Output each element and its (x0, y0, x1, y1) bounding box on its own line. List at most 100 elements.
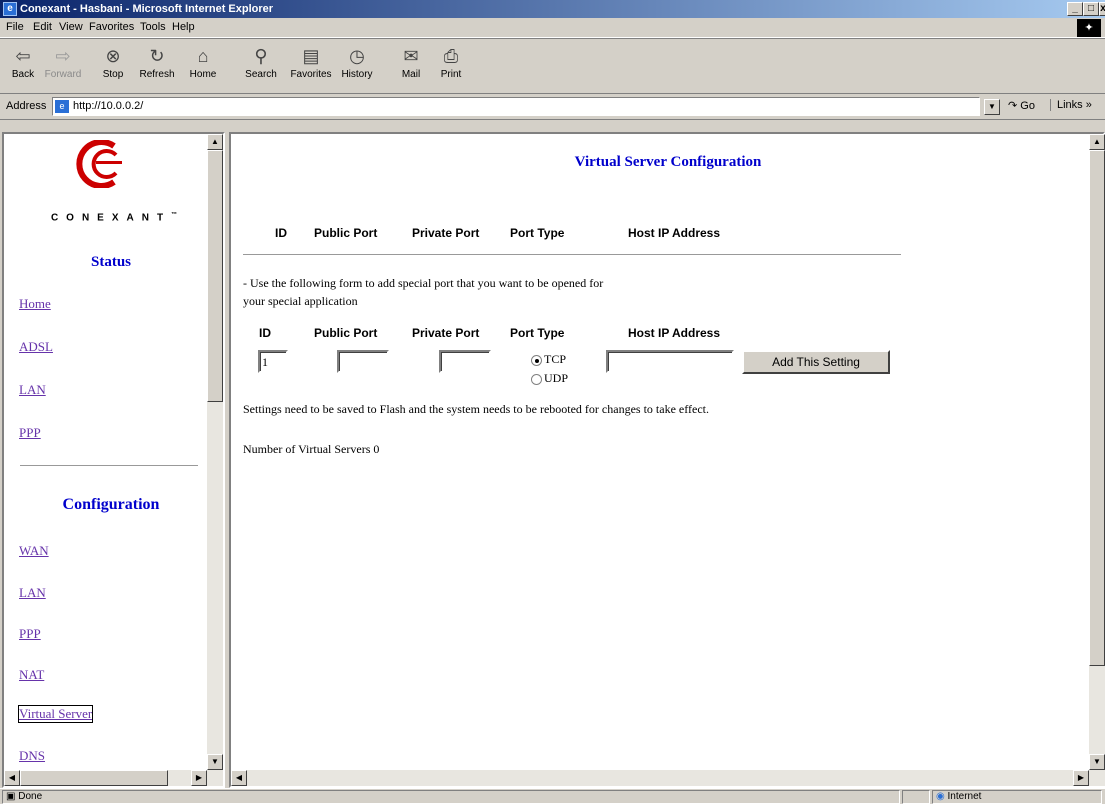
menu-file[interactable]: File (6, 21, 24, 33)
udp-radio[interactable] (531, 374, 542, 385)
home-icon: ⌂ (197, 46, 209, 66)
nav-vertical-scrollbar[interactable]: ▲ ▼ (207, 134, 223, 770)
page-title: Virtual Server Configuration (574, 154, 762, 170)
col-header-id: ID (275, 226, 287, 240)
scroll-right-icon[interactable]: ▶ (191, 770, 207, 786)
close-button[interactable]: x (1099, 2, 1105, 16)
history-icon: ◷ (349, 46, 365, 66)
nav-config-lan[interactable]: LAN (19, 585, 46, 601)
form-header-port-type: Port Type (510, 326, 565, 340)
content-vertical-scrollbar[interactable]: ▲ ▼ (1089, 134, 1105, 770)
nav-divider (20, 465, 198, 467)
title-bar: e Conexant - Hasbani - Microsoft Interne… (0, 0, 1105, 18)
scroll-down-icon[interactable]: ▼ (1089, 754, 1105, 770)
nav-config-wan[interactable]: WAN (19, 543, 49, 559)
menu-tools[interactable]: Tools (140, 21, 166, 33)
mail-icon: ✉ (403, 46, 419, 66)
history-button[interactable]: ◷ History (334, 43, 380, 89)
scroll-left-icon[interactable]: ◀ (231, 770, 247, 786)
content-horizontal-scrollbar[interactable]: ◀ ▶ (231, 770, 1105, 786)
scroll-thumb[interactable] (207, 150, 223, 402)
content-frame: Virtual Server Configuration ID Public P… (231, 134, 1105, 786)
brand-wordmark: CONEXANT™ (50, 212, 178, 224)
page-icon: e (55, 100, 69, 113)
zone-indicator: ◉ Internet (932, 790, 1102, 804)
public-port-input[interactable] (337, 350, 389, 373)
menu-help[interactable]: Help (172, 21, 195, 33)
scroll-up-icon[interactable]: ▲ (207, 134, 223, 150)
address-bar: Address e http://10.0.0.2/ ▼ ↷ Go Links … (0, 94, 1105, 120)
scroll-left-icon[interactable]: ◀ (4, 770, 20, 786)
favorites-button[interactable]: ▤ Favorites (288, 43, 334, 89)
go-button[interactable]: ↷ Go (1008, 99, 1035, 112)
table-separator (243, 254, 901, 256)
window-title: Conexant - Hasbani - Microsoft Internet … (20, 3, 274, 15)
print-button[interactable]: ⎙ Print (428, 43, 474, 89)
home-button[interactable]: ⌂ Home (180, 43, 226, 89)
forward-arrow-icon: ⇨ (55, 46, 71, 66)
nav-status-lan[interactable]: LAN (19, 382, 46, 398)
id-input[interactable]: 1 (258, 350, 288, 373)
nav-status-ppp[interactable]: PPP (19, 425, 41, 441)
add-setting-button[interactable]: Add This Setting (742, 350, 890, 374)
nav-status-home[interactable]: Home (19, 296, 51, 312)
search-button[interactable]: ⚲ Search (238, 43, 284, 89)
forward-button[interactable]: ⇨ Forward (40, 43, 86, 89)
col-header-host-ip: Host IP Address (628, 226, 721, 240)
menu-bar: File Edit View Favorites Tools Help ✦ (0, 18, 1105, 38)
col-header-private-port: Private Port (412, 226, 480, 240)
globe-icon: ◉ (936, 791, 945, 802)
maximize-button[interactable]: □ (1083, 2, 1099, 16)
minimize-button[interactable]: _ (1067, 2, 1083, 16)
tcp-radio[interactable] (531, 355, 542, 366)
count-value: 0 (373, 442, 380, 456)
address-input[interactable]: e http://10.0.0.2/ (52, 97, 980, 116)
search-icon: ⚲ (254, 46, 268, 66)
scroll-thumb[interactable] (1089, 150, 1105, 666)
form-header-id: ID (259, 326, 271, 340)
navigation-frame: CONEXANT™ Status Home ADSL LAN PPP Confi… (4, 134, 223, 786)
scroll-thumb[interactable] (20, 770, 168, 786)
status-heading: Status (90, 254, 131, 270)
scroll-up-icon[interactable]: ▲ (1089, 134, 1105, 150)
nav-config-dns[interactable]: DNS (19, 748, 45, 764)
form-header-public-port: Public Port (314, 326, 378, 340)
refresh-icon: ↻ (149, 46, 165, 66)
windows-logo-icon: ✦ (1077, 19, 1101, 37)
nav-horizontal-scrollbar[interactable]: ◀ ▶ (4, 770, 223, 786)
menu-favorites[interactable]: Favorites (89, 21, 134, 33)
nav-config-virtual-server[interactable]: Virtual Server (17, 705, 94, 723)
private-port-input[interactable] (439, 350, 491, 373)
stop-button[interactable]: ⊗ Stop (90, 43, 136, 89)
address-label: Address (6, 100, 47, 112)
nav-status-adsl[interactable]: ADSL (19, 339, 53, 355)
configuration-heading: Configuration (62, 496, 160, 513)
links-button[interactable]: Links » (1050, 99, 1092, 111)
udp-label: UDP (544, 371, 569, 385)
toolbar: ⇦ Back ⇨ Forward ⊗ Stop ↻ Refresh ⌂ Home ⚲ Sea… (0, 38, 1105, 94)
form-header-private-port: Private Port (412, 326, 480, 340)
back-arrow-icon: ⇦ (15, 46, 31, 66)
conexant-logo-icon (76, 140, 122, 188)
host-ip-input[interactable] (606, 350, 734, 373)
address-dropdown-icon[interactable]: ▼ (984, 99, 1000, 115)
page-icon: ▣ (6, 791, 16, 802)
menu-view[interactable]: View (59, 21, 83, 33)
menu-edit[interactable]: Edit (33, 21, 52, 33)
status-text: ▣ Done (2, 790, 900, 804)
instruction-line-1: - Use the following form to add special … (243, 276, 604, 290)
scroll-right-icon[interactable]: ▶ (1073, 770, 1089, 786)
form-header-host-ip: Host IP Address (628, 326, 721, 340)
go-arrow-icon: ↷ (1008, 100, 1018, 112)
nav-config-ppp[interactable]: PPP (19, 626, 41, 642)
refresh-button[interactable]: ↻ Refresh (134, 43, 180, 89)
status-bar: ▣ Done ◉ Internet (0, 788, 1105, 804)
tcp-label: TCP (544, 352, 567, 366)
ie-app-icon: e (3, 2, 17, 16)
favorites-folder-icon: ▤ (302, 46, 320, 66)
scroll-down-icon[interactable]: ▼ (207, 754, 223, 770)
instruction-line-2: your special application (243, 294, 358, 308)
nav-config-nat[interactable]: NAT (19, 667, 44, 683)
browser-window: e Conexant - Hasbani - Microsoft Interne… (0, 0, 1105, 804)
status-pane (902, 790, 930, 804)
